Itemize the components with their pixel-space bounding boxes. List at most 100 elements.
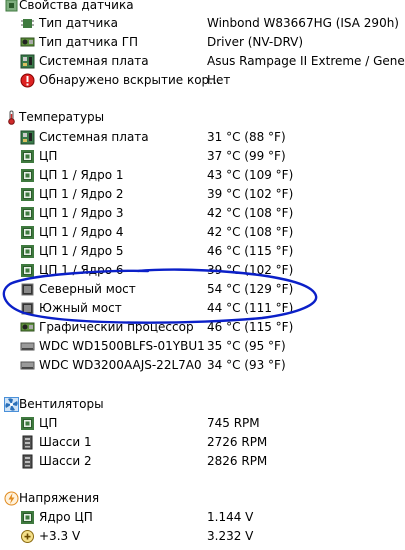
row-label: ЦП 1 / Ядро 6 xyxy=(39,263,124,277)
row-value: 3.232 V xyxy=(207,529,254,543)
row-value: 39 °C (102 °F) xyxy=(207,263,294,277)
row-value: 745 RPM xyxy=(207,416,260,430)
row-motherboard[interactable]: Системная плата Asus Rampage II Extreme … xyxy=(0,52,405,71)
fan-sensor-icon xyxy=(20,435,35,450)
chipset-icon xyxy=(20,282,35,297)
row-label: +3.3 V xyxy=(39,529,81,543)
row-value: 46 °C (115 °F) xyxy=(207,320,294,334)
row-value: Нет xyxy=(207,73,231,87)
cpu-icon xyxy=(20,149,35,164)
row-label: Тип датчика ГП xyxy=(39,35,139,49)
voltage-icon xyxy=(4,491,19,506)
row-label: Ядро ЦП xyxy=(39,510,93,524)
hdd-icon xyxy=(20,339,35,354)
hdd-icon xyxy=(20,358,35,373)
row-label: ЦП 1 / Ядро 3 xyxy=(39,206,124,220)
row-sensor-type[interactable]: Тип датчика Winbond W83667HG (ISA 290h) xyxy=(0,14,405,33)
row-value: 2826 RPM xyxy=(207,454,268,468)
row-temp-southbridge[interactable]: Южный мост 44 °C (111 °F) xyxy=(0,299,405,318)
row-label: ЦП 1 / Ядро 1 xyxy=(39,168,124,182)
group-temperatures[interactable]: Температуры xyxy=(0,108,405,127)
group-header-label: Свойства датчика xyxy=(19,0,134,12)
row-label: ЦП xyxy=(39,149,58,163)
group-header-label: Вентиляторы xyxy=(19,397,104,411)
row-label: Шасси 1 xyxy=(39,435,92,449)
row-temp-hdd-2[interactable]: WDC WD3200AAJS-22L7A0 34 °C (93 °F) xyxy=(0,356,405,375)
row-temp-core-1[interactable]: ЦП 1 / Ядро 1 43 °C (109 °F) xyxy=(0,166,405,185)
row-label: ЦП xyxy=(39,416,58,430)
row-label: Обнаружено вскрытие кор... xyxy=(39,73,221,87)
fan-icon xyxy=(4,397,19,412)
row-temp-core-3[interactable]: ЦП 1 / Ядро 3 42 °C (108 °F) xyxy=(0,204,405,223)
row-label: Системная плата xyxy=(39,54,149,68)
row-value: 2726 RPM xyxy=(207,435,268,449)
row-label: Тип датчика xyxy=(39,16,118,30)
gpu-icon xyxy=(20,35,35,50)
row-temp-core-5[interactable]: ЦП 1 / Ядро 5 46 °C (115 °F) xyxy=(0,242,405,261)
gpu-icon xyxy=(20,320,35,335)
row-label: WDC WD3200AAJS-22L7A0 xyxy=(39,358,202,372)
row-temp-cpu[interactable]: ЦП 37 °C (99 °F) xyxy=(0,147,405,166)
row-label: ЦП 1 / Ядро 2 xyxy=(39,187,124,201)
row-value: 39 °C (102 °F) xyxy=(207,187,294,201)
fan-sensor-icon xyxy=(20,454,35,469)
cpu-icon xyxy=(20,206,35,221)
row-gpu-sensor-type[interactable]: Тип датчика ГП Driver (NV-DRV) xyxy=(0,33,405,52)
row-value: Winbond W83667HG (ISA 290h) xyxy=(207,16,399,30)
row-value: 42 °C (108 °F) xyxy=(207,206,294,220)
row-label: Южный мост xyxy=(39,301,122,315)
row-temp-hdd-1[interactable]: WDC WD1500BLFS-01YBU1 35 °C (95 °F) xyxy=(0,337,405,356)
group-fans[interactable]: Вентиляторы xyxy=(0,395,405,414)
row-temp-gpu[interactable]: Графический процессор 46 °C (115 °F) xyxy=(0,318,405,337)
row-label: WDC WD1500BLFS-01YBU1 xyxy=(39,339,205,353)
row-value: 31 °C (88 °F) xyxy=(207,130,286,144)
cpu-icon xyxy=(20,187,35,202)
row-voltage-cpu-core[interactable]: Ядро ЦП 1.144 V xyxy=(0,508,405,527)
row-temp-core-4[interactable]: ЦП 1 / Ядро 4 42 °C (108 °F) xyxy=(0,223,405,242)
chipset-icon xyxy=(20,301,35,316)
row-value: 42 °C (108 °F) xyxy=(207,225,294,239)
sensor-properties-icon xyxy=(4,0,19,13)
row-label: ЦП 1 / Ядро 4 xyxy=(39,225,124,239)
motherboard-icon xyxy=(20,130,35,145)
row-value: Asus Rampage II Extreme / Gene xyxy=(207,54,405,68)
group-sensor-properties[interactable]: Свойства датчика xyxy=(0,0,405,15)
sensor-chip-icon xyxy=(20,16,35,31)
row-label: ЦП 1 / Ядро 5 xyxy=(39,244,124,258)
row-value: 46 °C (115 °F) xyxy=(207,244,294,258)
row-value: 44 °C (111 °F) xyxy=(207,301,294,315)
row-label: Системная плата xyxy=(39,130,149,144)
cpu-icon xyxy=(20,416,35,431)
row-value: 35 °C (95 °F) xyxy=(207,339,286,353)
motherboard-icon xyxy=(20,54,35,69)
cpu-icon xyxy=(20,225,35,240)
cpu-icon xyxy=(20,168,35,183)
row-temp-motherboard[interactable]: Системная плата 31 °C (88 °F) xyxy=(0,128,405,147)
row-value: 54 °C (129 °F) xyxy=(207,282,294,296)
row-chassis-intrusion[interactable]: Обнаружено вскрытие кор... Нет xyxy=(0,71,405,90)
row-fan-chassis-2[interactable]: Шасси 2 2826 RPM xyxy=(0,452,405,471)
row-label: Графический процессор xyxy=(39,320,194,334)
row-label: Северный мост xyxy=(39,282,136,296)
row-temp-core-6[interactable]: ЦП 1 / Ядро 6 39 °C (102 °F) xyxy=(0,261,405,280)
row-value: 34 °C (93 °F) xyxy=(207,358,286,372)
group-header-label: Напряжения xyxy=(19,491,100,505)
row-value: 1.144 V xyxy=(207,510,254,524)
chassis-open-icon xyxy=(20,73,35,88)
row-voltage-3v3[interactable]: +3.3 V 3.232 V xyxy=(0,527,405,546)
cpu-icon xyxy=(20,510,35,525)
cpu-icon xyxy=(20,263,35,278)
row-value: 43 °C (109 °F) xyxy=(207,168,294,182)
group-voltages[interactable]: Напряжения xyxy=(0,489,405,508)
row-temp-core-2[interactable]: ЦП 1 / Ядро 2 39 °C (102 °F) xyxy=(0,185,405,204)
row-temp-northbridge[interactable]: Северный мост 54 °C (129 °F) xyxy=(0,280,405,299)
voltage-plus-icon xyxy=(20,529,35,544)
row-label: Шасси 2 xyxy=(39,454,92,468)
thermometer-icon xyxy=(4,110,19,125)
row-fan-chassis-1[interactable]: Шасси 1 2726 RPM xyxy=(0,433,405,452)
group-header-label: Температуры xyxy=(19,110,105,124)
cpu-icon xyxy=(20,244,35,259)
row-fan-cpu[interactable]: ЦП 745 RPM xyxy=(0,414,405,433)
row-value: 37 °C (99 °F) xyxy=(207,149,286,163)
row-value: Driver (NV-DRV) xyxy=(207,35,304,49)
